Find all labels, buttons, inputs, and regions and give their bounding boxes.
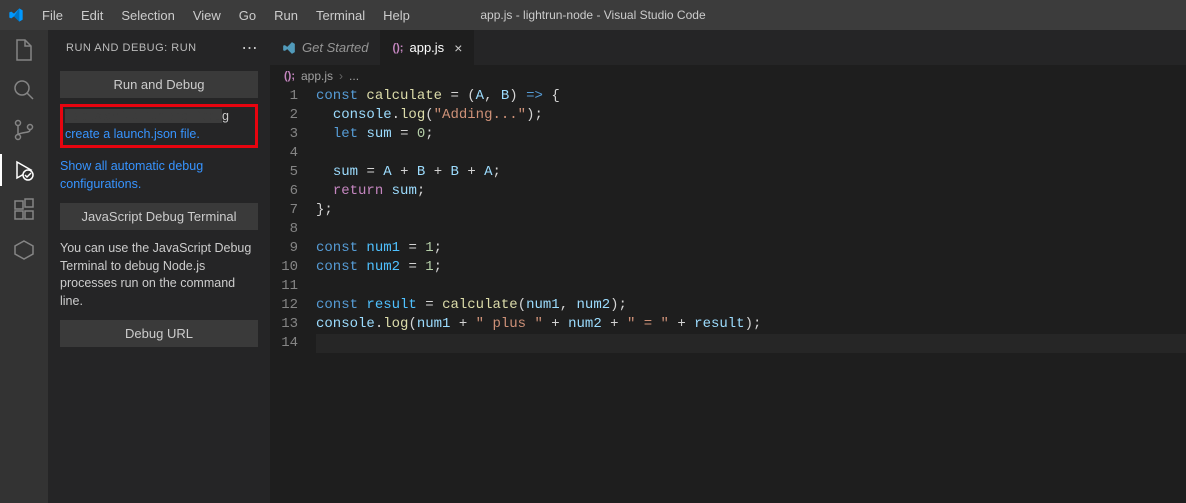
sidebar-header: RUN AND DEBUG: RUN ⋯ [48,30,270,65]
vscode-logo-icon [8,7,24,23]
more-icon[interactable]: ⋯ [242,38,259,58]
js-term-desc: You can use the JavaScript Debug Termina… [60,240,258,310]
breadcrumb[interactable]: (); app.js › ... [270,65,1186,87]
tab-get-started[interactable]: Get Started [270,30,380,65]
js-file-icon: (); [284,70,295,82]
tab-label: Get Started [302,40,368,55]
sidebar-title: RUN AND DEBUG: RUN [66,42,197,54]
activity-bar [0,30,48,503]
tab-bar: Get Started (); app.js × [270,30,1186,65]
titlebar: File Edit Selection View Go Run Terminal… [0,0,1186,30]
menu-run[interactable]: Run [266,4,306,27]
breadcrumb-more: ... [349,69,359,83]
other-icon[interactable] [12,238,36,262]
explorer-icon[interactable] [12,38,36,62]
run-debug-icon[interactable] [12,158,36,182]
chevron-right-icon: › [339,69,343,83]
js-debug-terminal-button[interactable]: JavaScript Debug Terminal [60,203,258,230]
tab-label: app.js [409,40,444,55]
js-file-icon: (); [392,42,403,54]
search-icon[interactable] [12,78,36,102]
customize-desc: To customize Run and Debug create a laun… [65,108,253,143]
source-control-icon[interactable] [12,118,36,142]
extensions-icon[interactable] [12,198,36,222]
vscode-tab-icon [282,41,296,55]
line-numbers: 1234567891011121314 [270,87,316,503]
sidebar: RUN AND DEBUG: RUN ⋯ Run and Debug To cu… [48,30,270,503]
editor-area: Get Started (); app.js × (); app.js › ..… [270,30,1186,503]
create-launch-link[interactable]: create a launch.json file. [65,127,200,141]
menu-file[interactable]: File [34,4,71,27]
menu-edit[interactable]: Edit [73,4,111,27]
tab-appjs[interactable]: (); app.js × [380,30,474,65]
breadcrumb-file: app.js [301,69,333,83]
debug-url-button[interactable]: Debug URL [60,320,258,347]
run-debug-button[interactable]: Run and Debug [60,71,258,98]
menu-help[interactable]: Help [375,4,418,27]
menu-selection[interactable]: Selection [113,4,182,27]
menu-view[interactable]: View [185,4,229,27]
show-all-configs: Show all automatic debug configurations. [60,158,258,193]
show-all-link[interactable]: Show all automatic debug configurations. [60,159,203,191]
code-content[interactable]: const calculate = (A, B) => { console.lo… [316,87,1186,503]
window-title: app.js - lightrun-node - Visual Studio C… [480,8,705,22]
code-editor[interactable]: 1234567891011121314 const calculate = (A… [270,87,1186,503]
menu-go[interactable]: Go [231,4,264,27]
menu-bar: File Edit Selection View Go Run Terminal… [34,4,418,27]
menu-terminal[interactable]: Terminal [308,4,373,27]
create-launch-highlight: To customize Run and Debug create a laun… [60,104,258,148]
close-icon[interactable]: × [450,40,462,56]
